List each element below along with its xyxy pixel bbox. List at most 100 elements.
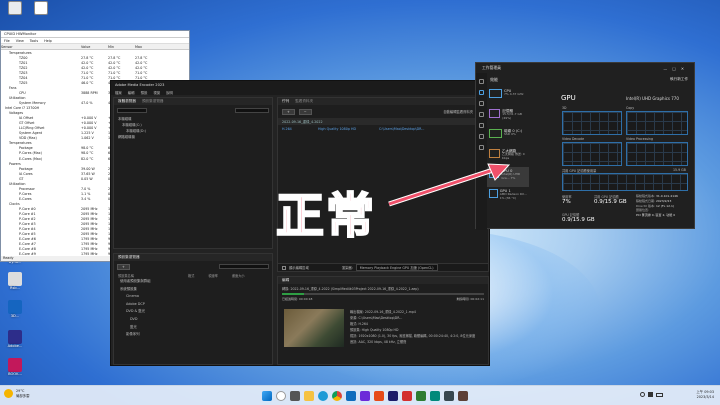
hwmonitor-titlebar[interactable]: CPUID HWMonitor — [1, 31, 189, 38]
queue-item-output[interactable]: H.264 High Quality 1080p HD C:\Users\Mao… — [278, 125, 488, 132]
ame-menu-preset[interactable]: 預設 — [141, 90, 148, 95]
chrome-taskbar-icon[interactable] — [332, 391, 342, 401]
desktop-icon[interactable] — [1, 1, 29, 15]
queue-output[interactable]: C:\Users\Mao\Desktop\DR... — [379, 127, 424, 131]
tree-item[interactable]: 網路磁碟機 — [118, 134, 272, 140]
sensor-row[interactable]: TZ03 71.0 °C 71.0 °C 71.0 °C — [1, 70, 189, 75]
col-min[interactable]: Min — [108, 45, 135, 49]
battery-icon[interactable] — [656, 393, 663, 397]
app-icon[interactable] — [458, 391, 468, 401]
app-icon[interactable] — [374, 391, 384, 401]
details-icon[interactable] — [479, 134, 484, 139]
app-icon[interactable] — [416, 391, 426, 401]
tab-watch-folders[interactable]: 監看資料夾 — [295, 99, 313, 104]
performance-icon[interactable] — [479, 90, 484, 95]
resource-disk[interactable]: 磁碟 0 (C:) SSD 0% — [487, 127, 529, 147]
add-source-button[interactable]: + — [282, 108, 295, 115]
desktop-icon[interactable]: 3D... — [1, 300, 29, 319]
start-icon[interactable] — [262, 391, 272, 401]
new-preset-button[interactable]: + — [117, 264, 130, 270]
search-input[interactable] — [235, 108, 269, 113]
menu-file[interactable]: File — [4, 39, 10, 43]
taskview-icon[interactable] — [290, 391, 300, 401]
maximize-icon[interactable]: □ — [672, 66, 681, 71]
remove-button[interactable]: − — [298, 108, 312, 115]
menu-tools[interactable]: Tools — [30, 39, 38, 43]
ame-titlebar[interactable]: Adobe Media Encoder 2023 — [111, 81, 489, 89]
startup-icon[interactable] — [479, 112, 484, 117]
search-icon[interactable] — [276, 391, 286, 401]
preset-search[interactable] — [219, 264, 269, 269]
sensor-row[interactable]: TZ02 42.0 °C 42.0 °C 42.0 °C — [1, 65, 189, 70]
sensor-name: Temperatures — [9, 50, 32, 55]
processes-icon[interactable] — [479, 79, 484, 84]
ame-menu-edit[interactable]: 編輯 — [128, 90, 135, 95]
sensor-value: 2095 MHz — [81, 206, 98, 211]
tab-preset-browser-top[interactable]: 預設集瀏覽器 — [142, 99, 164, 104]
desktop-icon[interactable]: Rsb... — [1, 272, 29, 291]
preset-group[interactable]: 使用者預設集與群組 — [120, 278, 272, 286]
preset-col-format[interactable]: 格式 — [188, 273, 194, 278]
queue-format[interactable]: H.264 — [282, 127, 312, 131]
edge-icon[interactable] — [318, 391, 328, 401]
show-encoding-checkbox[interactable] — [282, 265, 286, 270]
sensor-row[interactable]: TZ00 27.8 °C 27.8 °C 27.8 °C — [1, 55, 189, 60]
location-dropdown[interactable] — [117, 108, 147, 113]
app-icon[interactable] — [430, 391, 440, 401]
clock[interactable]: 上午 09:03 2023/3/14 — [696, 390, 714, 400]
app-icon[interactable] — [444, 391, 454, 401]
col-value[interactable]: Value — [81, 45, 108, 49]
col-max[interactable]: Max — [135, 45, 162, 49]
desktop-icon[interactable]: BOOK... — [1, 358, 29, 377]
services-icon[interactable] — [479, 145, 484, 150]
menu-help[interactable]: Help — [44, 39, 52, 43]
close-icon[interactable]: ✕ — [681, 66, 689, 71]
sensor-name: System Memory — [19, 100, 46, 105]
tab-queue[interactable]: 佇列 — [282, 99, 289, 104]
desktop-icon[interactable] — [27, 1, 55, 15]
app-icon[interactable] — [360, 391, 370, 401]
preset-group[interactable]: Cinema — [120, 293, 272, 301]
volume-icon[interactable] — [648, 392, 653, 397]
sensor-name: P-Core #1 — [19, 212, 36, 217]
tab-media-browser[interactable]: 媒體瀏覽器 — [118, 99, 136, 104]
store-icon[interactable] — [346, 391, 356, 401]
preset-group[interactable]: DVD — [120, 316, 272, 324]
menu-view[interactable]: View — [16, 39, 24, 43]
run-new-task-button[interactable]: 執行新工作 — [670, 77, 688, 82]
explorer-icon[interactable] — [304, 391, 314, 401]
sensor-name: P-Core #4 — [19, 227, 36, 232]
resource-cpu[interactable]: CPU 7% 4.37 GHz — [487, 87, 529, 107]
tm-titlebar[interactable]: 工作管理員 —□✕ — [476, 63, 694, 73]
preset-group[interactable]: 系統預設集 — [120, 286, 272, 294]
preset-col-size[interactable]: 畫面大小 — [232, 273, 245, 278]
history-icon[interactable] — [479, 101, 484, 106]
app-icon[interactable] — [388, 391, 398, 401]
sensor-name: P-Cores — [19, 191, 32, 196]
col-sensor[interactable]: Sensor — [1, 45, 81, 49]
queue-item[interactable]: 2022-09-16_重錄_4.2022 — [278, 118, 488, 125]
tab-preset-browser[interactable]: 預設集瀏覽器 — [118, 255, 140, 260]
renderer-select[interactable]: Memory Playback Engine GPU 加速 (OpenCL) — [355, 264, 438, 271]
weather-widget[interactable]: 29°C 局部多雲 — [4, 389, 30, 399]
preset-group[interactable]: 影像序列 — [120, 331, 272, 339]
tab-encoding[interactable]: 編碼 — [282, 278, 289, 283]
users-icon[interactable] — [479, 123, 484, 128]
wifi-icon[interactable] — [640, 392, 645, 397]
preset-group[interactable]: DVD & 藍光 — [120, 308, 272, 316]
preset-group[interactable]: 藍光 — [120, 324, 272, 332]
system-tray[interactable] — [640, 392, 663, 397]
ame-menu-file[interactable]: 檔案 — [115, 90, 122, 95]
sensor-row[interactable]: TZ01 42.0 °C 42.0 °C 42.0 °C — [1, 60, 189, 65]
preset-group[interactable]: Adobe DCP — [120, 301, 272, 309]
minimize-icon[interactable]: — — [663, 66, 672, 71]
app-icon[interactable] — [402, 391, 412, 401]
annotation-text: 正常 — [275, 188, 377, 244]
ame-menu-window[interactable]: 視窗 — [153, 90, 160, 95]
ame-menu-help[interactable]: 說明 — [166, 90, 173, 95]
preset-col-fps[interactable]: 幀速率 — [208, 273, 218, 278]
desktop-icon[interactable]: Adobe... — [1, 330, 29, 349]
sensor-name: Temperatures — [9, 141, 32, 146]
resource-memory[interactable]: 記憶體 15.5/31.7 GB (49%) — [487, 107, 529, 127]
queue-preset[interactable]: High Quality 1080p HD — [318, 127, 373, 131]
